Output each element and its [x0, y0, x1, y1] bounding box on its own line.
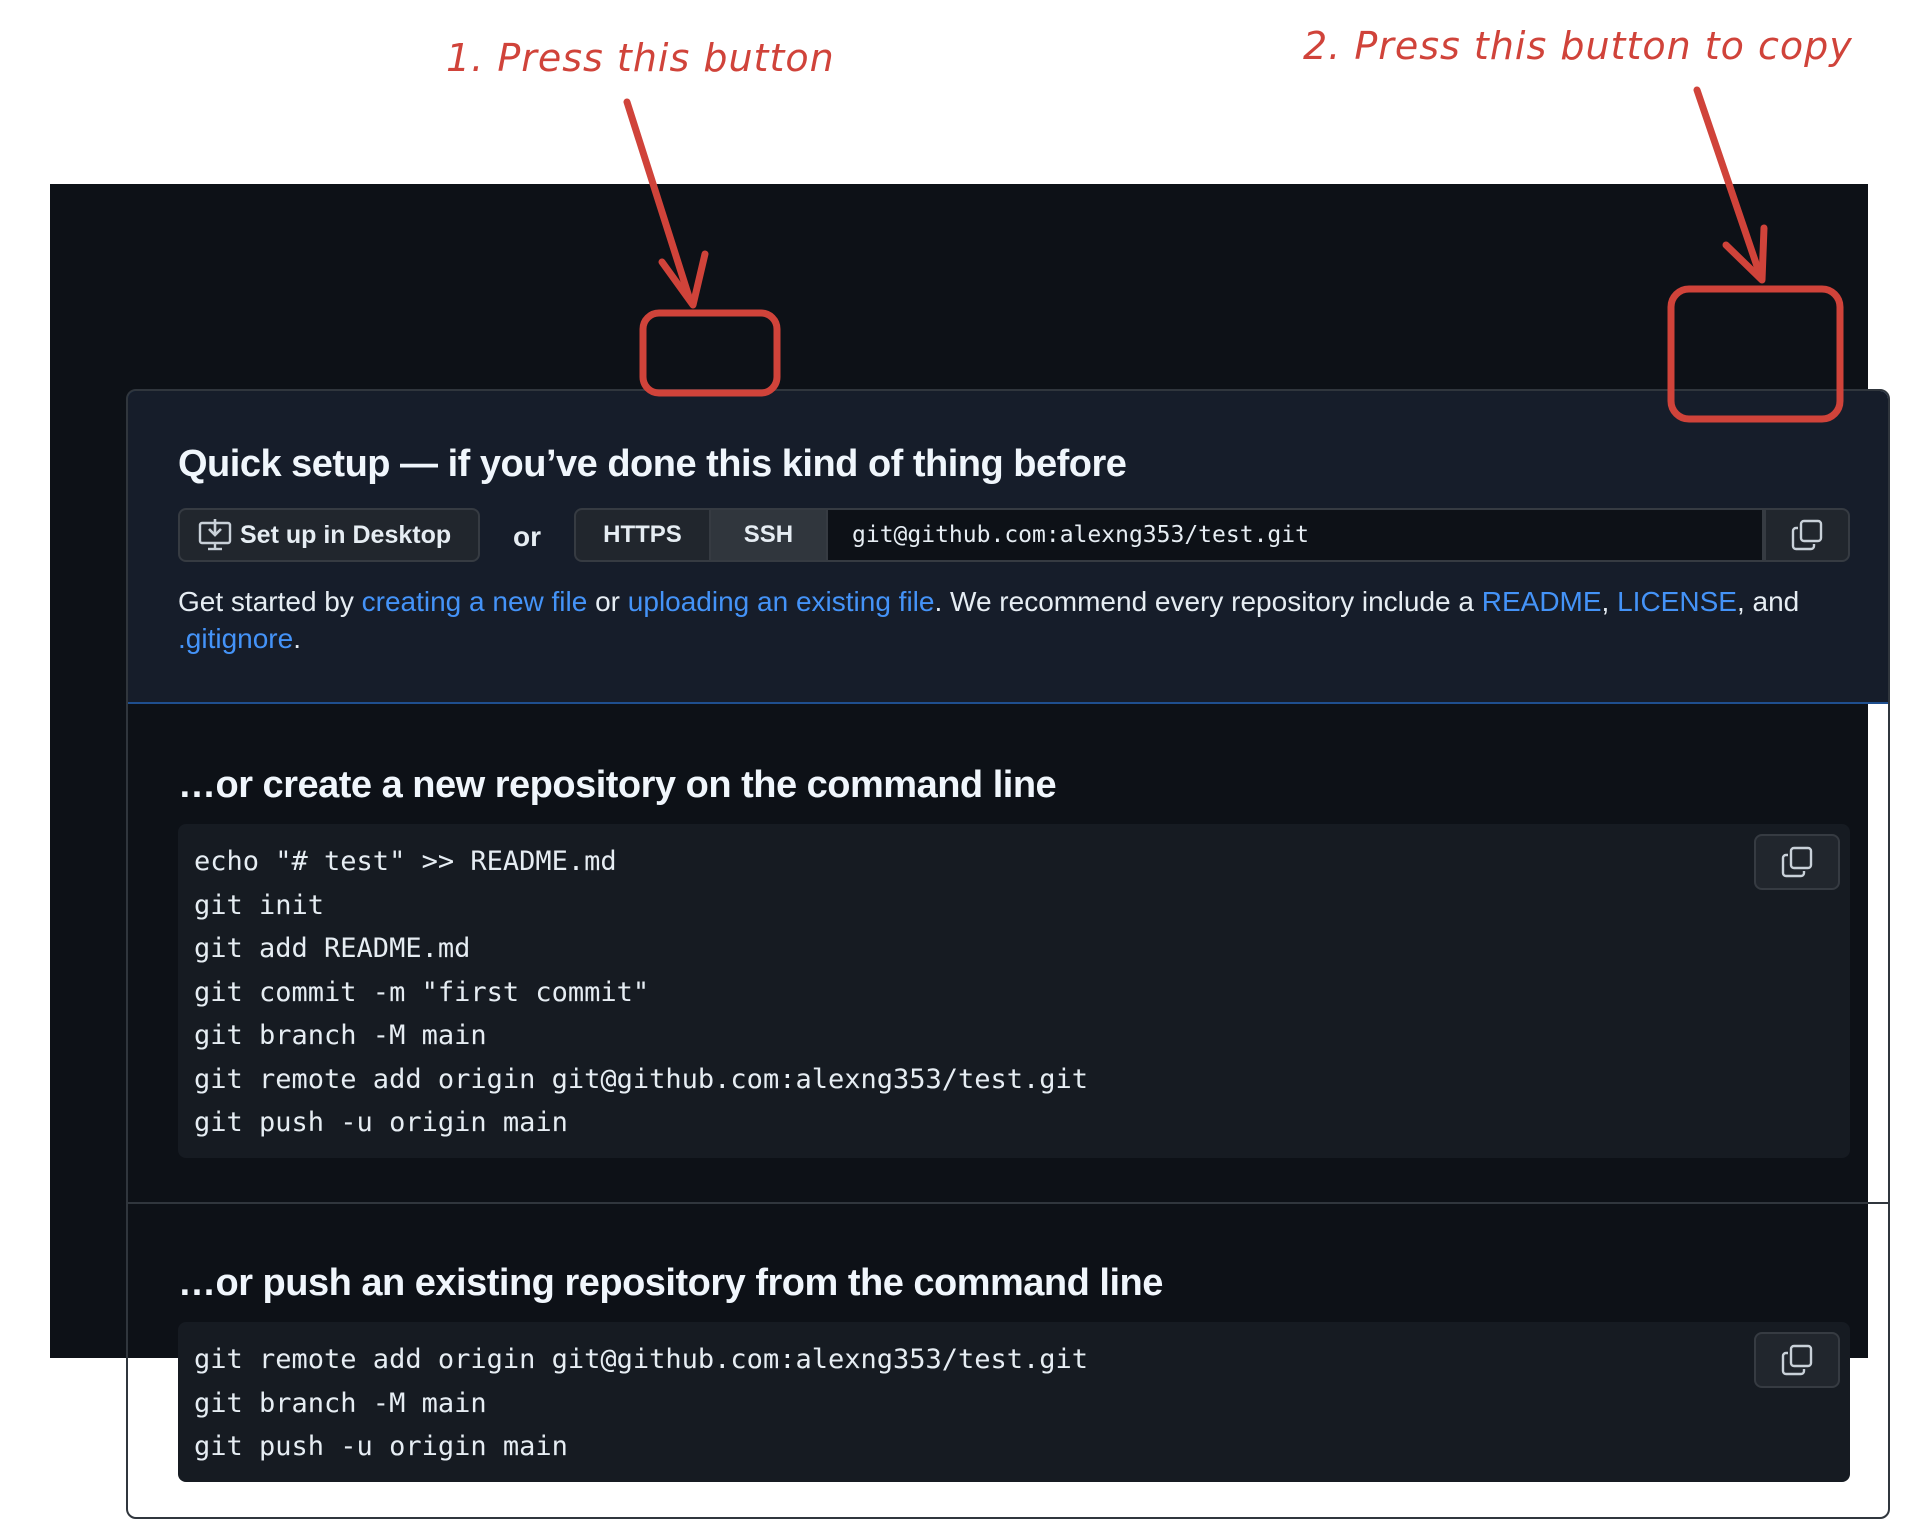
https-button[interactable]: HTTPS	[576, 510, 709, 560]
help-prefix: Get started by	[178, 586, 362, 617]
copy-icon	[1791, 519, 1823, 551]
copy-icon	[1781, 846, 1813, 878]
help-suffix: .	[293, 623, 301, 654]
copy-new-repo-button[interactable]	[1754, 834, 1840, 890]
push-existing-code-block: git remote add origin git@github.com:ale…	[178, 1322, 1850, 1482]
push-existing-title: …or push an existing repository from the…	[178, 1262, 1163, 1304]
help-recommend: . We recommend every repository include …	[934, 586, 1482, 617]
license-link[interactable]: LICENSE	[1617, 586, 1737, 617]
quick-setup-panel: Quick setup — if you’ve done this kind o…	[128, 391, 1888, 704]
setup-card: Quick setup — if you’ve done this kind o…	[126, 389, 1890, 1519]
upload-file-link[interactable]: uploading an existing file	[628, 586, 935, 617]
annotation-step-2: 2. Press this button to copy	[1303, 24, 1853, 68]
new-repo-code-block: echo "# test" >> README.md git init git …	[178, 824, 1850, 1158]
clone-url-input[interactable]: git@github.com:alexng353/test.git	[828, 508, 1764, 562]
setup-desktop-label: Set up in Desktop	[240, 520, 452, 549]
help-and: , and	[1736, 586, 1800, 617]
new-repo-code[interactable]: echo "# test" >> README.md git init git …	[194, 840, 1834, 1145]
or-label: or	[513, 521, 541, 552]
gitignore-link[interactable]: .gitignore	[178, 623, 293, 654]
quick-setup-title: Quick setup — if you’ve done this kind o…	[178, 443, 1127, 485]
new-repo-title: …or create a new repository on the comma…	[178, 764, 1057, 806]
copy-url-button[interactable]	[1764, 508, 1850, 562]
protocol-toggle: HTTPS SSH	[574, 508, 828, 562]
dark-frame: Quick setup — if you’ve done this kind o…	[50, 184, 1890, 1519]
annotation-step-1: 1. Press this button	[446, 36, 835, 80]
copy-push-existing-button[interactable]	[1754, 1332, 1840, 1388]
push-existing-section: …or push an existing repository from the…	[128, 1202, 1888, 1517]
readme-link[interactable]: README	[1482, 586, 1602, 617]
copy-icon	[1781, 1344, 1813, 1376]
setup-desktop-button[interactable]: Set up in Desktop	[178, 508, 480, 562]
ssh-button[interactable]: SSH	[708, 510, 826, 560]
help-or: or	[587, 586, 628, 617]
new-repo-section: …or create a new repository on the comma…	[128, 704, 1888, 1204]
help-text: Get started by creating a new file or up…	[178, 583, 1858, 657]
create-new-file-link[interactable]: creating a new file	[362, 586, 588, 617]
help-comma: ,	[1601, 586, 1618, 617]
push-existing-code[interactable]: git remote add origin git@github.com:ale…	[194, 1338, 1834, 1469]
desktop-download-icon	[198, 519, 232, 551]
